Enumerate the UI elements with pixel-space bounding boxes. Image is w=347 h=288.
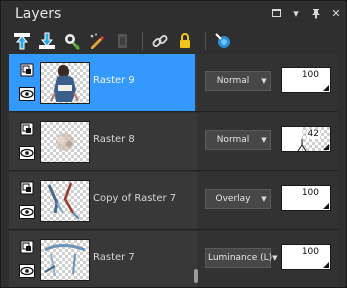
layer-group-icon[interactable]: [19, 180, 35, 196]
new-mask-layer-icon[interactable]: [36, 30, 58, 52]
layers-toolbar: [11, 28, 237, 54]
layer-properties: Overlay ▼ 100: [197, 172, 338, 229]
opacity-value: 100: [300, 70, 320, 80]
chevron-down-icon: ▼: [272, 254, 278, 262]
slider-marker-icon: [297, 139, 307, 151]
panel-title: Layers: [15, 6, 62, 22]
chevron-down-icon: ▼: [261, 136, 267, 144]
blend-mode-value: Normal: [216, 76, 250, 86]
opacity-slider[interactable]: 100: [281, 244, 331, 270]
dropdown-arrow-icon[interactable]: ▾: [290, 7, 302, 20]
new-raster-layer-icon[interactable]: [11, 30, 33, 52]
layer-properties: Normal ▼ 100: [197, 54, 338, 111]
blend-mode-value: Overlay: [215, 194, 251, 204]
layer-name: Copy of Raster 7: [93, 193, 177, 204]
layer-info[interactable]: Copy of Raster 7: [9, 172, 195, 229]
slider-corner-icon: [323, 85, 329, 91]
layer-thumbnail: [40, 180, 90, 222]
paint-icon[interactable]: [86, 30, 108, 52]
layer-info[interactable]: Raster 8: [9, 113, 195, 170]
layer-name: Raster 7: [93, 252, 135, 263]
scrollbar-thumb[interactable]: [194, 269, 198, 283]
blend-mode-value: Normal: [216, 135, 250, 145]
pin-icon[interactable]: [310, 7, 322, 19]
chevron-down-icon: ▼: [261, 77, 267, 85]
window-controls: ▾ ✕: [270, 7, 342, 20]
opacity-value: 100: [300, 247, 320, 257]
layer-info[interactable]: Raster 9: [9, 54, 195, 111]
link-icon[interactable]: [149, 30, 171, 52]
eye-icon[interactable]: [19, 204, 35, 220]
slider-corner-icon: [323, 144, 329, 150]
layer-row[interactable]: Raster 9 Normal ▼ 100: [9, 54, 338, 112]
slider-corner-icon: [323, 262, 329, 268]
layer-group-icon[interactable]: [19, 62, 35, 78]
layer-row[interactable]: Copy of Raster 7 Overlay ▼ 100: [9, 172, 338, 230]
opacity-slider[interactable]: 100: [281, 185, 331, 211]
layer-row[interactable]: Raster 8 Normal ▼ 42: [9, 113, 338, 171]
toolbar-separator: [142, 32, 143, 50]
eye-icon[interactable]: [19, 145, 35, 161]
palette-icon[interactable]: [212, 30, 234, 52]
layer-row[interactable]: Raster 7 Luminance (L) ▼ 100: [9, 231, 338, 287]
layers-list: Raster 9 Normal ▼ 100 Raster 8 Normal ▼ …: [9, 54, 338, 287]
eye-icon[interactable]: [19, 86, 35, 102]
lock-icon[interactable]: [174, 30, 196, 52]
layer-name: Raster 9: [93, 75, 135, 86]
layer-thumbnail: [40, 239, 90, 281]
title-bar: Layers ▾ ✕: [1, 1, 346, 29]
disabled-icon[interactable]: [111, 30, 133, 52]
chevron-down-icon: ▼: [261, 195, 267, 203]
blend-mode-select[interactable]: Overlay ▼: [205, 189, 271, 209]
blend-mode-select[interactable]: Normal ▼: [205, 130, 271, 150]
slider-corner-icon: [323, 203, 329, 209]
layer-thumbnail: [40, 121, 90, 163]
layer-thumbnail: [40, 62, 90, 104]
layers-panel: Layers ▾ ✕ Raster 9 Normal ▼ 100 Raster …: [0, 0, 347, 288]
layer-properties: Normal ▼ 42: [197, 113, 338, 170]
layer-info[interactable]: Raster 7: [9, 231, 195, 287]
blend-mode-select[interactable]: Luminance (L) ▼: [205, 248, 278, 268]
layer-group-icon[interactable]: [19, 239, 35, 255]
layer-properties: Luminance (L) ▼ 100: [197, 231, 338, 287]
opacity-value: 100: [300, 188, 320, 198]
blend-mode-select[interactable]: Normal ▼: [205, 71, 271, 91]
opacity-slider[interactable]: 42: [281, 126, 331, 152]
blend-mode-value: Luminance (L): [208, 253, 273, 263]
opacity-slider[interactable]: 100: [281, 67, 331, 93]
opacity-value: 42: [306, 129, 320, 139]
maximize-icon[interactable]: [270, 7, 282, 19]
close-icon[interactable]: ✕: [330, 7, 342, 20]
layer-group-icon[interactable]: [19, 121, 35, 137]
layer-name: Raster 8: [93, 134, 135, 145]
toolbar-separator: [205, 32, 206, 50]
effects-icon[interactable]: [61, 30, 83, 52]
eye-icon[interactable]: [19, 263, 35, 279]
